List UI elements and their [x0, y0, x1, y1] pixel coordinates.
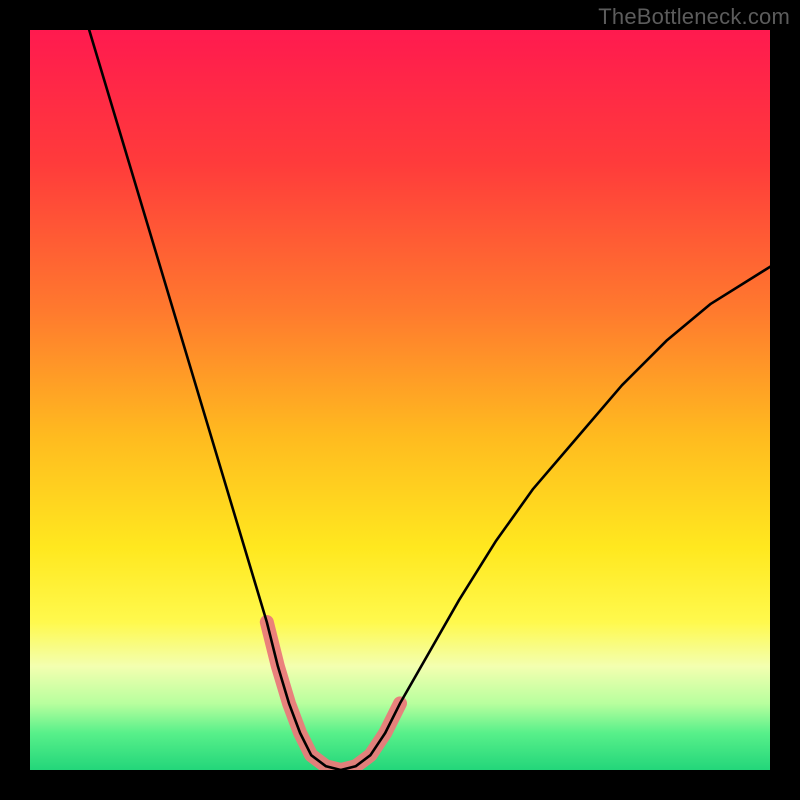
bottleneck-curve-path [89, 30, 770, 770]
curve-layer [30, 30, 770, 770]
watermark-text: TheBottleneck.com [598, 4, 790, 30]
chart-frame: TheBottleneck.com [0, 0, 800, 800]
plot-area [30, 30, 770, 770]
